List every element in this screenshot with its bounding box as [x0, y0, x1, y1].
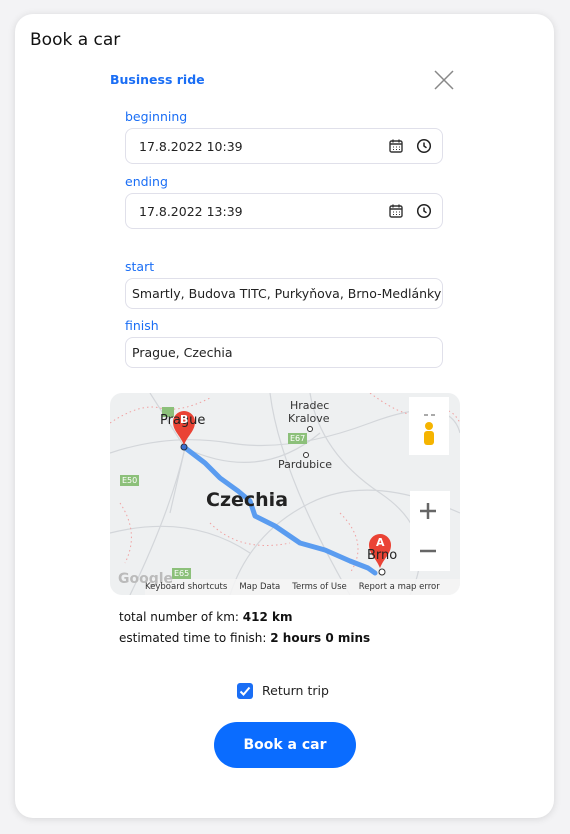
close-icon[interactable] [433, 69, 455, 91]
clock-icon[interactable] [416, 203, 432, 219]
marker-a-label: A [376, 536, 385, 549]
page-title: Book a car [30, 30, 121, 50]
checkmark-icon [239, 686, 251, 696]
road-e67: E67 [288, 433, 308, 444]
total-km: total number of km: 412 km [119, 610, 293, 624]
beginning-field[interactable]: 17.8.2022 10:39 [125, 128, 443, 164]
booking-card: Book a car Business ride beginning 17.8.… [15, 14, 554, 818]
road-e65: E65 [172, 568, 192, 579]
map-label-brno: Brno [367, 548, 398, 563]
map-footer-link[interactable]: Terms of Use [292, 582, 347, 592]
finish-input[interactable]: Prague, Czechia [125, 337, 443, 368]
road-e50: E50 [120, 475, 140, 486]
ending-label: ending [125, 174, 168, 189]
beginning-value: 17.8.2022 10:39 [139, 138, 243, 154]
calendar-icon[interactable] [388, 138, 404, 154]
finish-label: finish [125, 318, 159, 333]
estimated-time: estimated time to finish: 2 hours 0 mins [119, 631, 371, 645]
calendar-icon[interactable] [388, 203, 404, 219]
start-label: start [125, 259, 155, 274]
map-label-hradec: Hradec [290, 399, 330, 412]
route-map[interactable]: Prague Brno Hradec Kralove Pardubice Cze… [110, 393, 460, 595]
map-footer-link[interactable]: Keyboard shortcuts [145, 582, 227, 592]
map-label-kralove: Kralove [288, 412, 330, 425]
start-input[interactable]: Smartly, Budova TITC, Purkyňova, Brno-Me… [125, 278, 443, 309]
ride-type-label: Business ride [110, 72, 205, 87]
map-label-pardubice: Pardubice [278, 458, 333, 471]
return-trip-checkbox[interactable] [237, 683, 253, 699]
ending-field[interactable]: 17.8.2022 13:39 [125, 193, 443, 229]
beginning-label: beginning [125, 109, 188, 124]
book-car-button[interactable]: Book a car [214, 722, 356, 768]
ending-value: 17.8.2022 13:39 [139, 203, 243, 219]
return-trip-label[interactable]: Return trip [262, 683, 329, 698]
marker-b-label: B [180, 413, 189, 426]
clock-icon[interactable] [416, 138, 432, 154]
map-footer-link[interactable]: Map Data [239, 582, 280, 592]
map-footer-link[interactable]: Report a map error [359, 582, 440, 592]
map-label-country: Czechia [206, 489, 289, 511]
